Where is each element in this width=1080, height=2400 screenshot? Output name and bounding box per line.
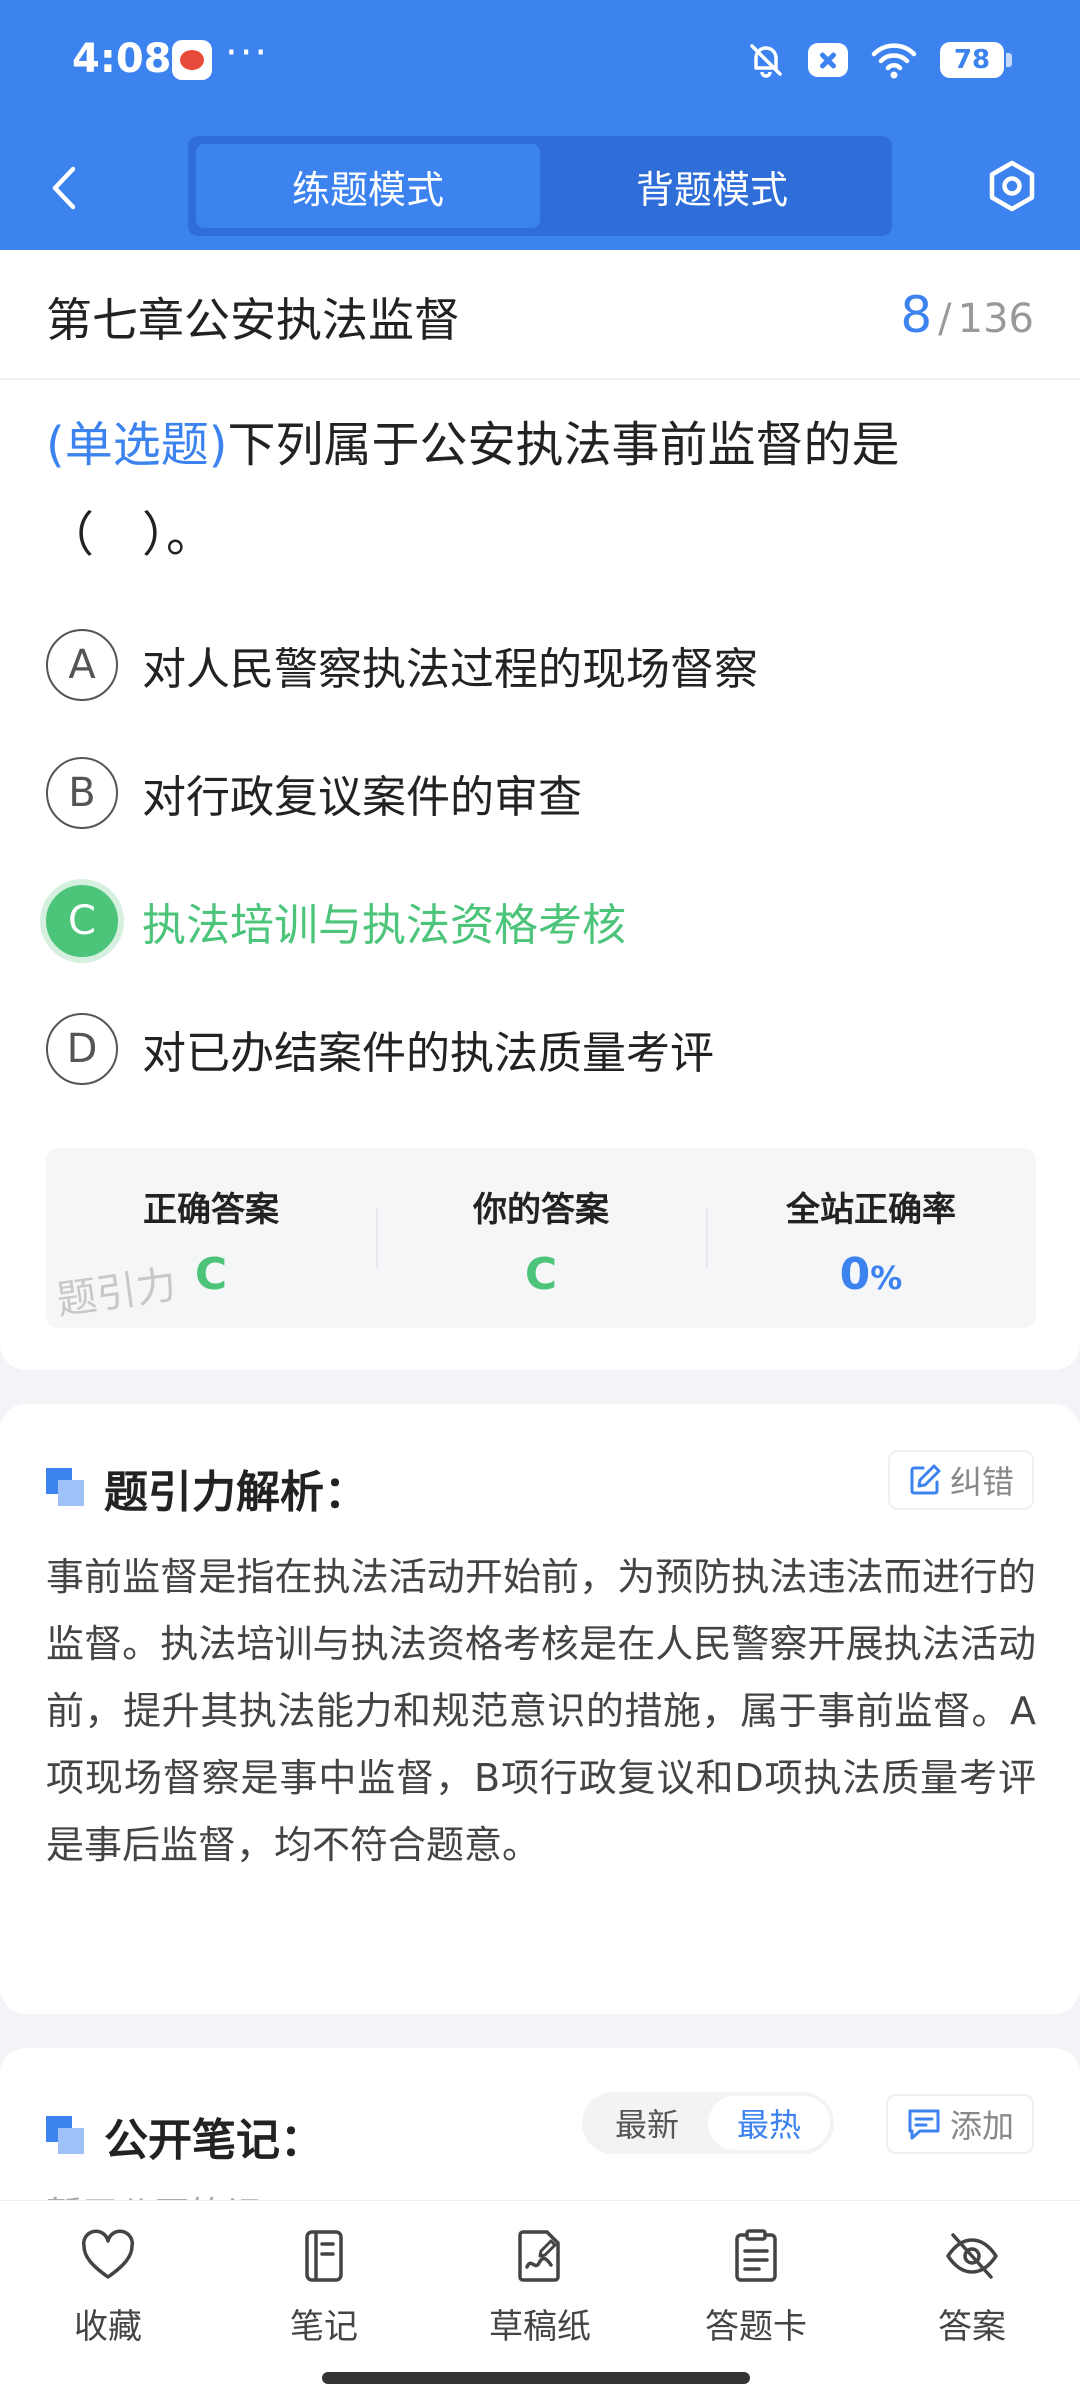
analysis-header: 题引力解析： bbox=[46, 1456, 368, 1520]
sort-latest[interactable]: 最新 bbox=[586, 2096, 708, 2150]
notes-button[interactable]: 笔记 bbox=[216, 2201, 432, 2400]
add-note-button[interactable]: 添加 bbox=[885, 2094, 1034, 2154]
question-type: (单选题) bbox=[46, 417, 228, 473]
answer-sheet-button[interactable]: 答题卡 bbox=[648, 2201, 864, 2400]
your-answer-value: C bbox=[524, 1249, 558, 1300]
tab-practice-mode[interactable]: 练题模式 bbox=[196, 144, 540, 228]
option-text: 对行政复议案件的审查 bbox=[142, 772, 582, 823]
report-error-button[interactable]: 纠错 bbox=[887, 1450, 1034, 1510]
option-text: 对已办结案件的执法质量考评 bbox=[142, 1028, 714, 1079]
answer-sheet-label: 答题卡 bbox=[705, 2307, 807, 2347]
battery-icon: 78 bbox=[940, 42, 1012, 78]
draft-paper-button[interactable]: 草稿纸 bbox=[432, 2201, 648, 2400]
option-text: 执法培训与执法资格考核 bbox=[142, 900, 626, 951]
edit-icon bbox=[910, 1464, 941, 1495]
settings-icon bbox=[989, 160, 1035, 212]
option-letter: C bbox=[46, 885, 118, 957]
more-notifications-icon: ··· bbox=[225, 30, 270, 76]
analysis-text: 事前监督是指在执法活动开始前，为预防执法违法而进行的监督。执法培训与执法资格考核… bbox=[46, 1555, 1036, 1867]
tab-memorize-mode[interactable]: 背题模式 bbox=[540, 144, 884, 228]
site-accuracy: 全站正确率 0% bbox=[706, 1148, 1036, 1328]
answer-sheet-icon bbox=[735, 2229, 777, 2282]
site-accuracy-value: 0% bbox=[839, 1249, 903, 1300]
status-time: 4:08 bbox=[72, 36, 172, 82]
notes-sort-toggle: 最新 最热 bbox=[582, 2092, 834, 2154]
back-button[interactable] bbox=[40, 160, 88, 216]
status-icons: 78 bbox=[746, 40, 1012, 80]
progress-current: 8 bbox=[900, 286, 933, 344]
notes-header: 公开笔记： bbox=[46, 2104, 324, 2168]
answer-summary: 正确答案 C 题引力 你的答案 C 全站正确率 0% bbox=[46, 1148, 1036, 1328]
sort-hot[interactable]: 最热 bbox=[708, 2096, 830, 2150]
toggle-answer-label: 答案 bbox=[938, 2307, 1006, 2347]
option-letter: B bbox=[46, 757, 118, 829]
favorite-label: 收藏 bbox=[74, 2307, 142, 2347]
analysis-title: 题引力解析： bbox=[104, 1467, 368, 1518]
report-error-label: 纠错 bbox=[949, 1463, 1014, 1501]
correct-answer: 正确答案 C 题引力 bbox=[46, 1148, 376, 1328]
toggle-answer-button[interactable]: 答案 bbox=[864, 2201, 1080, 2400]
progress-total: 136 bbox=[957, 296, 1034, 342]
draft-paper-label: 草稿纸 bbox=[489, 2307, 591, 2347]
header: 4:08 ··· 78 练题模式 背题模式 bbox=[0, 0, 1080, 250]
notebook-icon bbox=[305, 2230, 343, 2282]
bottom-toolbar: 收藏 笔记 草稿纸 答题卡 答案 bbox=[0, 2200, 1080, 2400]
option-letter: A bbox=[46, 629, 118, 701]
analysis-card: 题引力解析： 纠错 事前监督是指在执法活动开始前，为预防执法违法而进行的监督。执… bbox=[0, 1404, 1080, 2014]
option-letter: D bbox=[46, 1013, 118, 1085]
option-c[interactable]: C 执法培训与执法资格考核 bbox=[46, 876, 1036, 966]
home-indicator[interactable] bbox=[322, 2372, 750, 2384]
notes-label: 笔记 bbox=[290, 2307, 358, 2347]
mode-switch: 练题模式 背题模式 bbox=[188, 136, 892, 236]
chapter-title: 第七章公安执法监督 bbox=[46, 293, 460, 347]
section-icon bbox=[46, 1468, 86, 1508]
app-notification-icon bbox=[172, 40, 212, 80]
bell-off-icon bbox=[750, 44, 782, 78]
your-answer-label: 你的答案 bbox=[473, 1190, 609, 1230]
correct-answer-label: 正确答案 bbox=[143, 1190, 279, 1230]
favorite-button[interactable]: 收藏 bbox=[0, 2201, 216, 2400]
wifi-icon bbox=[871, 43, 917, 79]
option-d[interactable]: D 对已办结案件的执法质量考评 bbox=[46, 1004, 1036, 1094]
settings-button[interactable] bbox=[984, 158, 1040, 214]
status-bar: 4:08 ··· 78 bbox=[0, 0, 1080, 130]
option-b[interactable]: B 对行政复议案件的审查 bbox=[46, 748, 1036, 838]
option-a[interactable]: A 对人民警察执法过程的现场督察 bbox=[46, 620, 1036, 710]
data-off-icon bbox=[808, 43, 848, 77]
draft-icon bbox=[518, 2230, 560, 2282]
chevron-left-icon bbox=[52, 166, 76, 210]
add-note-icon bbox=[908, 2109, 940, 2140]
eye-off-icon bbox=[946, 2233, 998, 2279]
add-note-label: 添加 bbox=[949, 2107, 1014, 2145]
question-text: (单选题)下列属于公安执法事前监督的是（ ）。 bbox=[46, 400, 1036, 580]
section-icon bbox=[46, 2116, 86, 2156]
notes-title: 公开笔记： bbox=[104, 2115, 324, 2166]
your-answer: 你的答案 C bbox=[376, 1148, 706, 1328]
question-progress: 8/136 bbox=[900, 286, 1034, 344]
option-text: 对人民警察执法过程的现场督察 bbox=[142, 644, 758, 695]
chapter-row: 第七章公安执法监督 8/136 bbox=[0, 250, 1080, 380]
nav-bar: 练题模式 背题模式 bbox=[0, 130, 1080, 250]
question-card: 第七章公安执法监督 8/136 (单选题)下列属于公安执法事前监督的是（ ）。 … bbox=[0, 250, 1080, 1370]
site-accuracy-label: 全站正确率 bbox=[786, 1190, 956, 1230]
heart-icon bbox=[82, 2229, 134, 2279]
